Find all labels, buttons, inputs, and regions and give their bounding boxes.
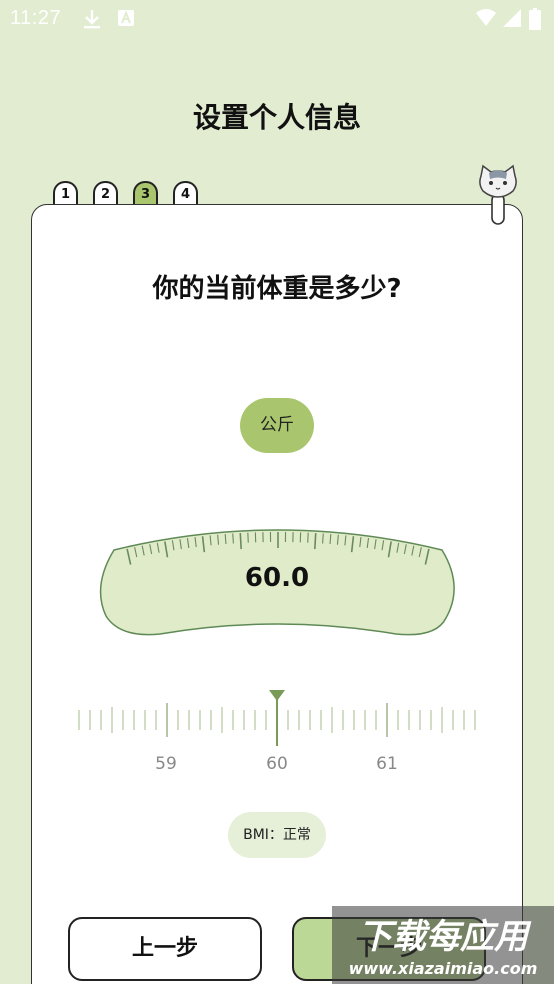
svg-text:下载每应用: 下载每应用 [358,917,532,957]
scale-tick [232,533,234,544]
svg-text:www.xiazaimiao.com: www.xiazaimiao.com [349,959,538,978]
scale-tick [239,533,242,550]
scale-tick [314,533,317,550]
wifi-icon [476,9,496,26]
bmi-status-badge: BMI：正常 [228,812,326,858]
a-box-icon [118,10,134,26]
watermark-logo: 下载每应用 www.xiazaimiao.com [332,906,554,984]
status-bar: 11:27 [0,0,554,38]
scale-tick [224,534,227,545]
unit-kg-button[interactable]: 公斤 [240,398,314,453]
weight-value: 60.0 [244,563,310,593]
page-title: 设置个人信息 [192,101,361,134]
weight-ruler-slider[interactable] [70,686,484,748]
cat-clip-icon [479,164,517,225]
battery-icon [529,8,541,30]
status-time: 11:27 [10,7,62,29]
prev-step-button[interactable]: 上一步 [68,917,262,981]
signal-icon [503,9,521,27]
scale-tick [329,534,332,545]
ruler-label-61: 61 [376,754,398,774]
download-icon [84,10,100,29]
question-heading: 你的当前体重是多少? [152,274,402,304]
ruler-label-60: 60 [266,754,288,774]
ruler-label-59: 59 [155,754,177,774]
scale-tick [322,533,324,544]
